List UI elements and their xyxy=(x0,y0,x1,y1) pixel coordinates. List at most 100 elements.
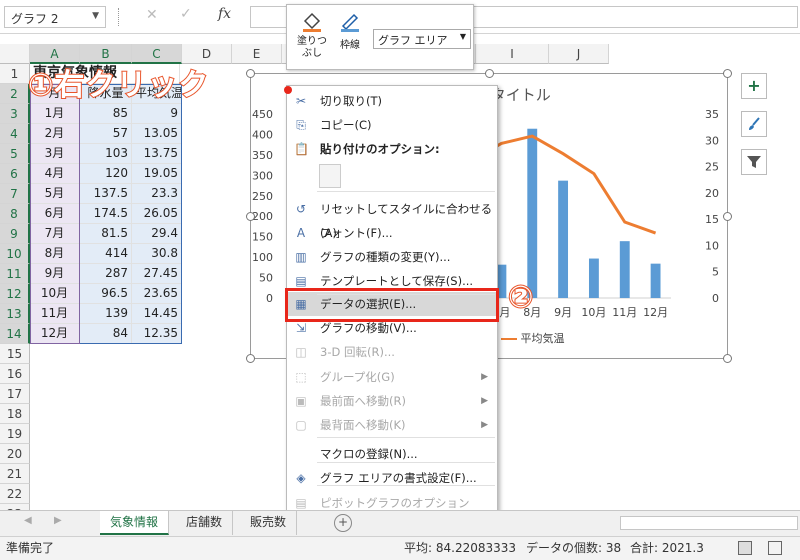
resize-handle[interactable] xyxy=(246,69,255,78)
data-cell[interactable]: 14.45 xyxy=(132,304,182,324)
chart-element-select[interactable]: グラフ エリア ▼ xyxy=(373,29,471,49)
data-cell[interactable]: 8月 xyxy=(30,244,80,264)
data-cell[interactable]: 12月 xyxy=(30,324,80,344)
data-cell[interactable]: 81.5 xyxy=(80,224,132,244)
data-cell[interactable]: 9月 xyxy=(30,264,80,284)
row-header[interactable]: 12 xyxy=(0,284,30,304)
data-cell[interactable]: 30.8 xyxy=(132,244,182,264)
data-cell[interactable]: 12.35 xyxy=(132,324,182,344)
row-header[interactable]: 19 xyxy=(0,424,30,444)
resize-handle[interactable] xyxy=(723,69,732,78)
data-cell[interactable]: 2月 xyxy=(30,124,80,144)
row-header[interactable]: 17 xyxy=(0,384,30,404)
data-cell[interactable]: 3月 xyxy=(30,144,80,164)
column-header[interactable]: J xyxy=(549,44,609,64)
data-cell[interactable]: 23.65 xyxy=(132,284,182,304)
row-header[interactable]: 8 xyxy=(0,204,30,224)
chart-filters-button[interactable] xyxy=(741,149,767,175)
row-header[interactable]: 14 xyxy=(0,324,30,344)
resize-handle[interactable] xyxy=(723,354,732,363)
menu-item-paste[interactable]: 📋 貼り付けのオプション: xyxy=(288,137,496,161)
data-cell[interactable]: 9 xyxy=(132,104,182,124)
insert-function-icon[interactable]: fx xyxy=(218,6,231,22)
menu-item-chart-type[interactable]: ▥ グラフの種類の変更(Y)... xyxy=(288,245,496,269)
data-cell[interactable]: 1月 xyxy=(30,104,80,124)
menu-item-rotate-3d[interactable]: ◫ 3-D 回転(R)... xyxy=(288,340,496,364)
resize-handle[interactable] xyxy=(485,69,494,78)
tab-sheet[interactable]: 気象情報 xyxy=(100,511,170,535)
data-cell[interactable]: 13.05 xyxy=(132,124,182,144)
row-header[interactable]: 18 xyxy=(0,404,30,424)
fill-button[interactable]: 塗りつ ぶし xyxy=(295,9,329,65)
data-cell[interactable]: 26.05 xyxy=(132,204,182,224)
tab-sheet[interactable]: 店舗数 xyxy=(176,511,234,535)
tab-scroll-right-icon[interactable]: ▶ xyxy=(54,515,62,526)
tab-sheet[interactable]: 販売数 xyxy=(240,511,298,535)
add-sheet-icon[interactable]: + xyxy=(334,514,352,532)
data-cell[interactable]: 7月 xyxy=(30,224,80,244)
row-header[interactable]: 5 xyxy=(0,144,30,164)
paste-option-icon[interactable] xyxy=(319,164,341,188)
data-cell[interactable]: 4月 xyxy=(30,164,80,184)
outline-button[interactable]: 枠線 xyxy=(333,9,367,65)
data-cell[interactable]: 23.3 xyxy=(132,184,182,204)
data-cell[interactable]: 139 xyxy=(80,304,132,324)
row-header[interactable]: 13 xyxy=(0,304,30,324)
menu-item-copy[interactable]: ⎘ コピー(C) xyxy=(288,113,496,137)
menu-item-bring-front[interactable]: ▣ 最前面へ移動(R) ▶ xyxy=(288,389,496,413)
data-cell[interactable]: 5月 xyxy=(30,184,80,204)
row-header[interactable]: 9 xyxy=(0,224,30,244)
column-header[interactable]: E xyxy=(232,44,282,64)
row-header[interactable]: 3 xyxy=(0,104,30,124)
chevron-down-icon[interactable]: ▼ xyxy=(92,11,99,21)
row-header[interactable]: 6 xyxy=(0,164,30,184)
horizontal-scrollbar[interactable] xyxy=(620,516,798,530)
data-cell[interactable]: 287 xyxy=(80,264,132,284)
row-header[interactable]: 21 xyxy=(0,464,30,484)
data-cell[interactable]: 57 xyxy=(80,124,132,144)
data-cell[interactable]: 6月 xyxy=(30,204,80,224)
chart-styles-button[interactable] xyxy=(741,111,767,137)
row-header[interactable]: 22 xyxy=(0,484,30,504)
data-cell[interactable]: 85 xyxy=(80,104,132,124)
enter-icon[interactable]: ✓ xyxy=(180,6,192,22)
tab-scroll-left-icon[interactable]: ◀ xyxy=(24,515,32,526)
column-header[interactable]: I xyxy=(476,44,549,64)
data-cell[interactable]: 414 xyxy=(80,244,132,264)
data-cell[interactable]: 96.5 xyxy=(80,284,132,304)
page-layout-icon[interactable] xyxy=(768,541,782,555)
data-cell[interactable]: 10月 xyxy=(30,284,80,304)
data-cell[interactable]: 120 xyxy=(80,164,132,184)
data-cell[interactable]: 19.05 xyxy=(132,164,182,184)
name-box[interactable]: グラフ 2 ▼ xyxy=(4,6,106,28)
row-header[interactable]: 10 xyxy=(0,244,30,264)
row-header[interactable]: 7 xyxy=(0,184,30,204)
menu-item-reset[interactable]: ↺ リセットしてスタイルに合わせる(A) xyxy=(288,197,496,240)
cancel-icon[interactable]: ✕ xyxy=(146,7,158,23)
resize-handle[interactable] xyxy=(723,212,732,221)
data-cell[interactable]: 29.4 xyxy=(132,224,182,244)
normal-view-icon[interactable] xyxy=(738,541,752,555)
data-cell[interactable]: 27.45 xyxy=(132,264,182,284)
data-cell[interactable]: 11月 xyxy=(30,304,80,324)
data-cell[interactable]: 137.5 xyxy=(80,184,132,204)
menu-item-scissors[interactable]: ✂ 切り取り(T) xyxy=(288,89,496,113)
menu-item-send-back[interactable]: ▢ 最背面へ移動(K) ▶ xyxy=(288,413,496,437)
data-cell[interactable]: 103 xyxy=(80,144,132,164)
row-header[interactable]: 11 xyxy=(0,264,30,284)
row-header[interactable]: 20 xyxy=(0,444,30,464)
add-chart-element-button[interactable]: + xyxy=(741,73,767,99)
select-all-corner[interactable] xyxy=(0,44,30,64)
data-cell[interactable]: 174.5 xyxy=(80,204,132,224)
data-cell[interactable]: 84 xyxy=(80,324,132,344)
data-cell[interactable]: 13.75 xyxy=(132,144,182,164)
row-header[interactable]: 15 xyxy=(0,344,30,364)
row-header[interactable]: 2 xyxy=(0,84,30,104)
row-header[interactable]: 1 xyxy=(0,64,30,84)
row-header[interactable]: 16 xyxy=(0,364,30,384)
legend-entry[interactable]: 平均気温 xyxy=(501,330,565,346)
resize-handle[interactable] xyxy=(246,212,255,221)
menu-item-group[interactable]: ⬚ グループ化(G) ▶ xyxy=(288,365,496,389)
resize-handle[interactable] xyxy=(246,354,255,363)
menu-item-format[interactable]: ◈ グラフ エリアの書式設定(F)... xyxy=(288,466,496,490)
